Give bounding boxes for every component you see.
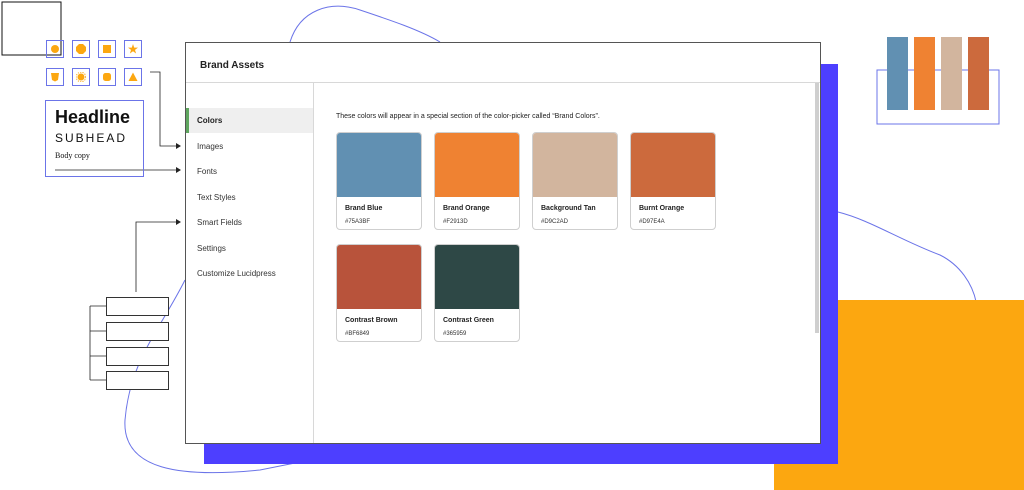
color-card[interactable]: Brand Blue #75A3BF xyxy=(336,132,422,230)
scrollbar[interactable] xyxy=(815,83,819,333)
rounded-square-icon xyxy=(98,68,116,86)
sidebar-item-colors[interactable]: Colors xyxy=(186,108,313,133)
brand-assets-window: Brand Assets Colors Images Fonts Text St… xyxy=(185,42,821,444)
octagon-icon xyxy=(72,40,90,58)
shield-icon xyxy=(46,68,64,86)
color-name: Contrast Brown xyxy=(345,317,398,324)
color-name: Brand Orange xyxy=(443,205,490,212)
sidebar-item-smart-fields[interactable]: Smart Fields xyxy=(186,210,313,235)
color-swatch xyxy=(631,133,715,197)
color-name: Contrast Green xyxy=(443,317,494,324)
sidebar-item-customize-lucidpress[interactable]: Customize Lucidpress xyxy=(186,261,313,286)
color-tube-orange xyxy=(914,37,935,110)
color-swatch xyxy=(435,133,519,197)
org-chart-box xyxy=(106,322,169,341)
color-name: Burnt Orange xyxy=(639,205,685,212)
org-chart-box xyxy=(106,347,169,366)
triangle-icon xyxy=(124,68,142,86)
burst-icon xyxy=(72,68,90,86)
color-hex: #F2913D xyxy=(443,219,468,225)
sidebar-item-text-styles[interactable]: Text Styles xyxy=(186,185,313,210)
color-swatch xyxy=(435,245,519,309)
circle-icon xyxy=(46,40,64,58)
color-swatch xyxy=(337,245,421,309)
sidebar: Colors Images Fonts Text Styles Smart Fi… xyxy=(186,83,314,443)
sample-body-copy: Body copy xyxy=(55,151,90,160)
color-tube-tan xyxy=(941,37,962,110)
org-chart-box xyxy=(106,297,169,316)
color-tube-blue xyxy=(887,37,908,110)
color-card[interactable]: Burnt Orange #D97E4A xyxy=(630,132,716,230)
color-card[interactable]: Background Tan #D9C2AD xyxy=(532,132,618,230)
sample-subhead: SUBHEAD xyxy=(55,131,128,145)
color-card[interactable]: Brand Orange #F2913D xyxy=(434,132,520,230)
colors-description: These colors will appear in a special se… xyxy=(336,113,600,120)
color-hex: #D9C2AD xyxy=(541,219,569,225)
org-chart-box xyxy=(106,371,169,390)
color-tube-burnt-orange xyxy=(968,37,989,110)
color-swatch xyxy=(533,133,617,197)
color-hex: #365959 xyxy=(443,331,467,337)
color-hex: #75A3BF xyxy=(345,219,371,225)
star-icon xyxy=(124,40,142,58)
sample-headline: Headline xyxy=(55,107,131,127)
color-swatch xyxy=(337,133,421,197)
color-name: Background Tan xyxy=(541,205,596,212)
color-hex: #D97E4A xyxy=(639,219,665,225)
color-name: Brand Blue xyxy=(345,205,383,212)
sidebar-item-images[interactable]: Images xyxy=(186,134,313,159)
typography-sample-card: Headline SUBHEAD Body copy xyxy=(45,100,144,177)
square-icon xyxy=(98,40,116,58)
sidebar-item-settings[interactable]: Settings xyxy=(186,236,313,261)
color-card[interactable]: Contrast Green #365959 xyxy=(434,244,520,342)
window-title: Brand Assets xyxy=(200,60,265,71)
color-hex: #BF6849 xyxy=(345,331,370,337)
color-card[interactable]: Contrast Brown #BF6849 xyxy=(336,244,422,342)
sidebar-item-fonts[interactable]: Fonts xyxy=(186,159,313,184)
